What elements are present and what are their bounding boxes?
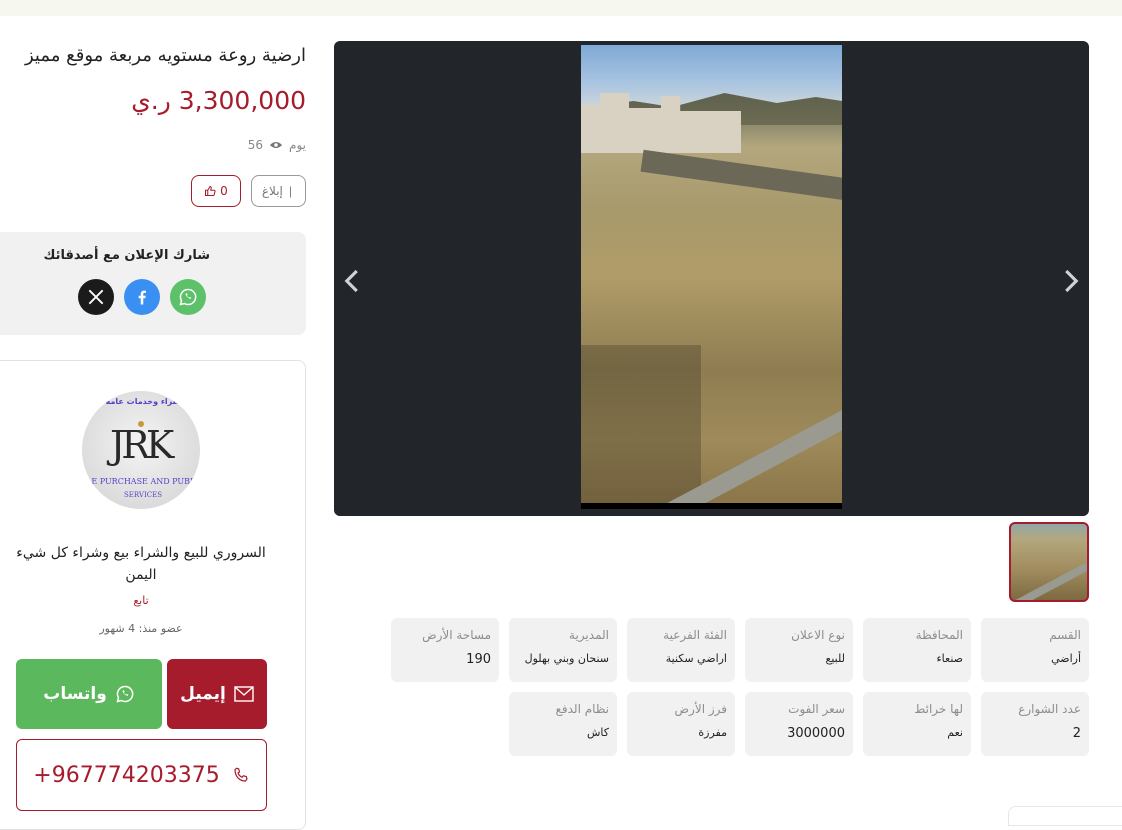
facebook-icon xyxy=(138,290,146,305)
thumbs-up-icon xyxy=(205,185,216,197)
views-count: 56 xyxy=(247,138,264,152)
phone-icon xyxy=(234,767,248,782)
x-icon xyxy=(88,289,104,305)
whatsapp-button[interactable]: واتساب xyxy=(16,659,162,729)
attr-district: المديرية سنحان وبني بهلول xyxy=(509,618,617,682)
like-count: 0 xyxy=(220,184,228,198)
attr-price-per-foot: سعر الفوت 3000000 xyxy=(745,692,853,756)
attr-land-sorting: فرز الأرض مفرزة xyxy=(627,692,735,756)
whatsapp-share-button[interactable] xyxy=(170,279,206,315)
flag-icon: ❘ xyxy=(285,184,296,198)
next-arrow-icon[interactable] xyxy=(1055,266,1085,296)
whatsapp-icon xyxy=(179,288,197,306)
top-bar xyxy=(0,0,1122,16)
attr-ad-type: نوع الاعلان للبيع xyxy=(745,618,853,682)
logo-arc-text: بيع وشراء وخدمات عامة xyxy=(105,397,200,406)
attr-has-maps: لها خرائط نعم xyxy=(863,692,971,756)
whatsapp-label: واتساب xyxy=(43,684,107,704)
seller-role: تابع xyxy=(133,594,149,607)
x-share-button[interactable] xyxy=(78,279,114,315)
attr-subcategory: الفئة الفرعية اراضي سكنية xyxy=(627,618,735,682)
whatsapp-icon xyxy=(116,685,134,703)
views-counter: يوم 56 xyxy=(248,138,306,152)
eye-icon xyxy=(269,141,283,149)
gallery-thumbnail[interactable] xyxy=(1009,522,1089,602)
partial-card xyxy=(1008,806,1122,826)
seller-avatar[interactable]: بيع وشراء وخدمات عامة JRK LE PURCHASE AN… xyxy=(82,391,200,509)
facebook-share-button[interactable] xyxy=(124,279,160,315)
attr-payment-system: نظام الدفع كاش xyxy=(509,692,617,756)
report-label: إبلاغ xyxy=(261,184,283,198)
share-box: شارك الإعلان مع أصدقائك xyxy=(0,232,306,335)
attr-streets-count: عدد الشوارع 2 xyxy=(981,692,1089,756)
listing-price: 3,300,000 ر.ي xyxy=(131,86,306,115)
email-button[interactable]: إيميل xyxy=(167,659,267,729)
phone-number: +967774203375 xyxy=(33,762,220,788)
share-label: شارك الإعلان مع أصدقائك xyxy=(43,248,210,263)
attr-governorate: المحافظة صنعاء xyxy=(863,618,971,682)
prev-arrow-icon[interactable] xyxy=(338,266,368,296)
seller-name[interactable]: السروري للبيع والشراء بيع وشراء كل شيء ا… xyxy=(16,542,266,586)
listing-title: ارضية روعة مستويه مربعة موقع مميز xyxy=(25,45,306,66)
email-label: إيميل xyxy=(180,684,226,704)
attr-category: القسم أراضي xyxy=(981,618,1089,682)
listing-photo[interactable] xyxy=(581,45,842,509)
member-since: عضو منذ: 4 شهور xyxy=(99,622,183,635)
logo-subtitle: LE PURCHASE AND PUBLI xyxy=(86,477,199,486)
attr-land-area: مساحة الأرض 190 xyxy=(391,618,499,682)
like-button[interactable]: 0 xyxy=(191,175,241,207)
report-button[interactable]: ❘ إبلاغ xyxy=(251,175,306,207)
views-suffix: يوم xyxy=(289,138,306,152)
logo-monogram: JRK xyxy=(110,423,174,467)
image-gallery[interactable] xyxy=(334,41,1089,516)
envelope-icon xyxy=(234,686,254,702)
phone-button[interactable]: +967774203375 xyxy=(16,739,267,811)
logo-subtitle-2: SERVICES xyxy=(124,491,163,499)
